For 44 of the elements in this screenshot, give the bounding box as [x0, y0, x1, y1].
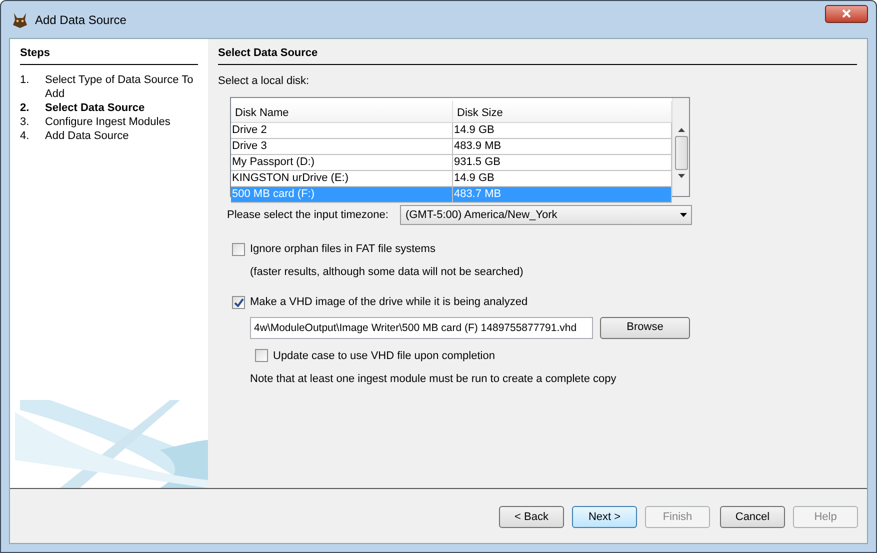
close-button[interactable]: [825, 4, 868, 22]
table-cell: Drive 2: [231, 122, 453, 138]
table-cell: My Passport (D:): [231, 154, 453, 170]
checkbox[interactable]: [232, 242, 245, 256]
step-number: 1.: [20, 72, 30, 88]
close-icon: [842, 9, 851, 18]
step-number: 4.: [20, 128, 30, 142]
note-text: Note that at least one ingest module must be run to create a complete copy: [250, 372, 618, 387]
scrollbar[interactable]: [672, 98, 689, 196]
steps-heading: Steps: [20, 45, 198, 64]
column-header[interactable]: Disk Name: [231, 101, 453, 122]
checkbox-label: Make a VHD image of the drive while it is being analyzed: [250, 295, 528, 310]
step-label: Select Type of Data Source To Add: [45, 72, 194, 100]
window-title: Add Data Source: [35, 12, 126, 28]
app-logo-icon: [11, 10, 29, 28]
table-cell: Drive 3: [231, 138, 453, 154]
dropdown-caret-icon: [680, 213, 688, 217]
dialog-button[interactable]: Cancel: [720, 506, 785, 528]
hint-text: (faster results, although some data will not be searched): [250, 264, 524, 280]
checkbox[interactable]: [232, 296, 245, 309]
table-row[interactable]: Drive 2 14.9 GB: [231, 122, 672, 138]
timezone-dropdown[interactable]: (GMT-5:00) America/New_York: [400, 205, 692, 225]
table-row[interactable]: Drive 3 483.9 MB: [231, 138, 672, 154]
checkbox-label: Ignore orphan files in FAT file systems: [250, 242, 436, 257]
dialog-button[interactable]: < Back: [499, 506, 564, 528]
dialog-button[interactable]: Next >: [572, 506, 637, 528]
checkbox-label: Update case to use VHD file upon completion: [273, 348, 495, 364]
step-label: Configure Ingest Modules: [45, 114, 170, 128]
scroll-thumb[interactable]: [674, 136, 688, 170]
checkbox[interactable]: [255, 349, 268, 362]
table-row[interactable]: My Passport (D:) 931.5 GB: [231, 154, 672, 170]
timezone-label: Please select the input timezone:: [227, 208, 388, 223]
scroll-down-icon[interactable]: [678, 174, 684, 178]
disk-label: Select a local disk:: [218, 74, 310, 88]
panel-title: Select Data Source: [218, 45, 857, 64]
path-field[interactable]: 4w\ModuleOutput\Image Writer\500 MB card (F) 1489755877791.vhd: [250, 316, 593, 338]
step-label: Select Data Source: [45, 100, 145, 114]
scroll-up-icon[interactable]: [678, 128, 684, 132]
browse-button[interactable]: Browse: [600, 316, 690, 338]
step-number: 2.: [20, 100, 30, 114]
step-number: 3.: [20, 114, 30, 128]
step-label: Add Data Source: [45, 128, 129, 142]
table-cell: KINGSTON urDrive (E:): [231, 170, 453, 186]
table-cell: 500 MB card (F:): [231, 186, 453, 202]
